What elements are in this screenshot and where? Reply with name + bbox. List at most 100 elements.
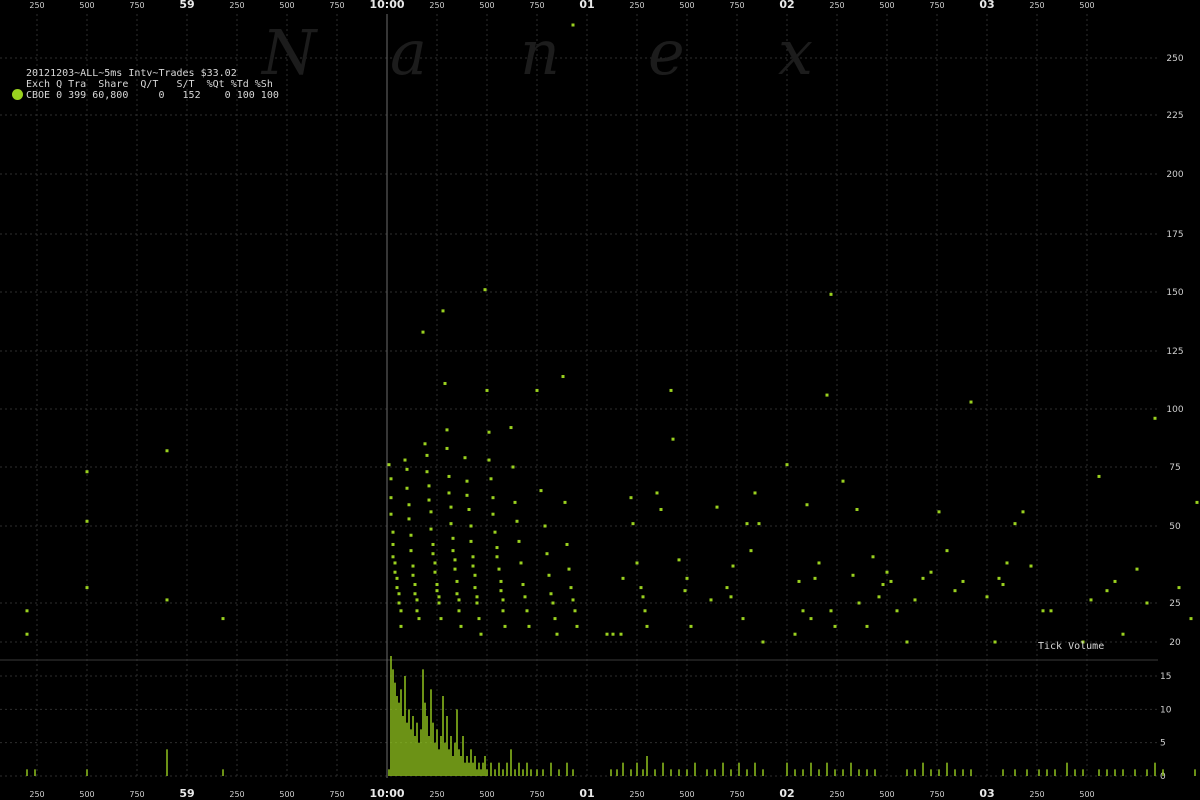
x-tick-label: 750 xyxy=(929,1,944,10)
x-tick-label: 250 xyxy=(429,1,444,10)
tick-volume-label: Tick Volume xyxy=(1038,641,1105,652)
trade-point xyxy=(451,536,455,540)
trade-point xyxy=(425,453,429,457)
trade-point xyxy=(561,375,565,379)
volume-bar xyxy=(714,769,716,776)
volume-bar xyxy=(398,702,400,776)
trade-point xyxy=(1121,632,1125,636)
trade-point xyxy=(913,598,917,602)
volume-bar xyxy=(486,769,488,776)
x-tick-label: 750 xyxy=(529,1,544,10)
volume-bar xyxy=(166,749,168,776)
trade-point xyxy=(877,595,881,599)
volume-bar xyxy=(922,762,924,776)
trade-point xyxy=(85,519,89,523)
trade-point xyxy=(1049,609,1053,613)
trade-point xyxy=(503,624,507,628)
trade-point xyxy=(395,576,399,580)
x-tick-label: 250 xyxy=(229,1,244,10)
trade-point xyxy=(745,522,749,526)
volume-bar xyxy=(1002,769,1004,776)
volume-bar xyxy=(722,762,724,776)
tick-volume-bars xyxy=(26,656,1196,776)
volume-bar xyxy=(662,762,664,776)
trade-point xyxy=(447,491,451,495)
x-tick-label: 59 xyxy=(179,787,194,800)
trade-point xyxy=(669,388,673,392)
volume-bar xyxy=(450,736,452,776)
trade-point xyxy=(221,617,225,621)
trade-point xyxy=(1021,510,1025,514)
volume-bar xyxy=(424,702,426,776)
x-tick-label: 500 xyxy=(279,790,294,799)
trade-point xyxy=(829,609,833,613)
volume-bar xyxy=(510,749,512,776)
volume-bar xyxy=(418,742,420,776)
y-axis: 20255075100125150175200225250051015 xyxy=(1160,54,1184,782)
volume-bar xyxy=(474,756,476,776)
trade-point xyxy=(415,609,419,613)
trade-point xyxy=(427,484,431,488)
trade-point xyxy=(881,583,885,587)
trade-point xyxy=(545,552,549,556)
trade-points xyxy=(25,23,1199,644)
trade-point xyxy=(813,576,817,580)
volume-bar xyxy=(610,769,612,776)
volume-bar xyxy=(26,769,28,776)
trade-point xyxy=(527,624,531,628)
volume-bar xyxy=(514,769,516,776)
volume-bar xyxy=(962,769,964,776)
x-tick-label: 500 xyxy=(279,1,294,10)
x-tick-label: 500 xyxy=(479,1,494,10)
trade-point xyxy=(921,576,925,580)
trade-point xyxy=(953,589,957,593)
trade-point xyxy=(457,609,461,613)
trade-point xyxy=(437,595,441,599)
trade-point xyxy=(415,598,419,602)
volume-bar xyxy=(480,769,482,776)
trade-point xyxy=(1113,579,1117,583)
trade-point xyxy=(985,595,989,599)
trade-point xyxy=(485,388,489,392)
trade-point xyxy=(437,601,441,605)
trade-point xyxy=(509,426,513,430)
trade-point xyxy=(629,496,633,500)
volume-bar xyxy=(794,769,796,776)
trade-point xyxy=(865,624,869,628)
trade-point xyxy=(459,624,463,628)
volume-bar xyxy=(222,769,224,776)
x-tick-label: 750 xyxy=(129,790,144,799)
trade-point xyxy=(937,510,941,514)
volume-bar xyxy=(518,762,520,776)
trade-point xyxy=(945,549,949,553)
volume-bar xyxy=(1106,769,1108,776)
volume-bar xyxy=(970,769,972,776)
trade-point xyxy=(405,486,409,490)
trade-point xyxy=(645,624,649,628)
x-tick-label: 02 xyxy=(779,0,794,11)
volume-bar xyxy=(498,762,500,776)
volume-bar xyxy=(834,769,836,776)
trade-point xyxy=(421,330,425,334)
y-tick-label: 20 xyxy=(1169,638,1181,648)
x-tick-label: 500 xyxy=(679,1,694,10)
volume-bar xyxy=(440,736,442,776)
trade-point xyxy=(497,567,501,571)
volume-bar xyxy=(1054,769,1056,776)
trade-point xyxy=(391,530,395,534)
trade-point xyxy=(525,609,529,613)
trade-point xyxy=(969,400,973,404)
trade-point xyxy=(571,23,575,27)
volume-bar xyxy=(686,769,688,776)
y-tick-label: 75 xyxy=(1169,463,1180,473)
trade-point xyxy=(457,598,461,602)
volume-bar xyxy=(810,762,812,776)
trade-point xyxy=(443,381,447,385)
volume-bar xyxy=(444,742,446,776)
trade-point xyxy=(565,542,569,546)
trade-point xyxy=(433,561,437,565)
trade-point xyxy=(393,561,397,565)
volume-bar xyxy=(456,709,458,776)
watermark-letter: n xyxy=(520,16,560,89)
y-tick-label: 225 xyxy=(1166,111,1183,121)
